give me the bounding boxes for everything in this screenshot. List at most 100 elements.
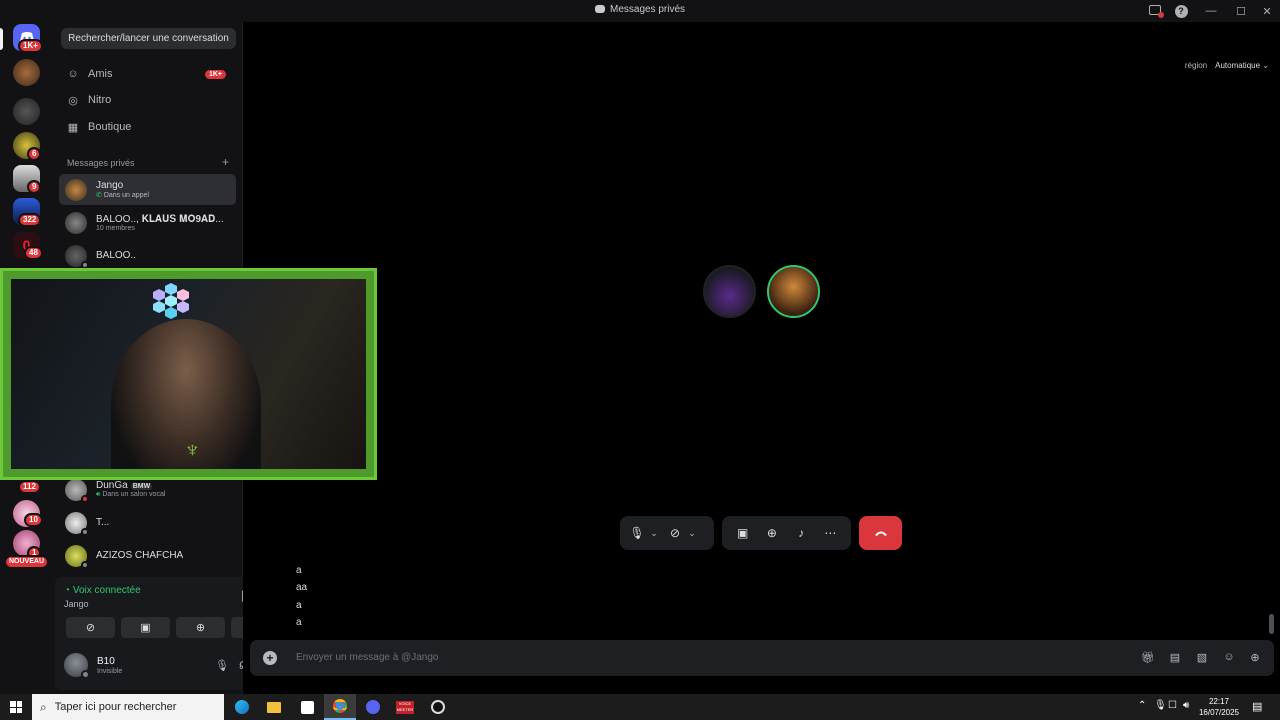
taskbar-search-input[interactable]: ⌕ Taper ici pour rechercher: [32, 694, 224, 720]
screen-share-button[interactable]: ▣: [121, 617, 170, 638]
nitro-icon: ◎: [68, 94, 78, 107]
windows-taskbar: ⌕ Taper ici pour rechercher VOICE MEETER …: [0, 694, 1280, 720]
call-action-controls: ▣ ⊕ ♪ ⋯: [722, 516, 851, 550]
dm-name: DunGa: [96, 480, 128, 491]
server-icon[interactable]: [13, 59, 40, 86]
network-icon[interactable]: ☐: [1168, 700, 1177, 711]
avatar: [65, 478, 89, 503]
folder-icon: [267, 701, 281, 713]
composer-placeholder: Envoyer un message à @Jango: [296, 652, 439, 663]
chevron-down-icon: ⌄: [1260, 61, 1269, 70]
dm-item-azizos[interactable]: AZIZOS CHAFCHA: [59, 540, 236, 571]
status-dot: [81, 560, 89, 569]
dm-item-baloo[interactable]: BALOO..: [59, 240, 236, 271]
discord-icon: [366, 700, 380, 714]
activity-button[interactable]: ⊕: [176, 617, 225, 638]
gift-icon[interactable]: 🎁︎: [1141, 651, 1155, 665]
tray-expand-icon[interactable]: ⌃: [1138, 700, 1146, 711]
chrome-app[interactable]: [324, 694, 356, 720]
new-badge: NOUVEAU: [4, 555, 50, 569]
message-composer[interactable]: + Envoyer un message à @Jango 🎁︎ ▤ ▧ ☺ ⊕: [250, 640, 1274, 676]
emoji-icon[interactable]: ☺: [1222, 651, 1236, 665]
user-name: B10: [97, 656, 115, 667]
screen-share-icon[interactable]: ▣: [732, 526, 754, 540]
taskbar-clock[interactable]: 22:17 16/07/2025: [1196, 696, 1242, 718]
nav-shop[interactable]: ▦ Boutique: [59, 114, 236, 140]
microphone-icon[interactable]: 🎙︎: [626, 526, 648, 540]
streamer-logo: ♆: [183, 439, 198, 461]
camera-off-icon[interactable]: ⊘: [664, 526, 686, 540]
call-participant-avatar-speaking[interactable]: [767, 265, 820, 318]
store-icon: [300, 700, 314, 714]
search-icon: ⌕: [40, 699, 47, 714]
chat-scrollbar[interactable]: [1269, 614, 1274, 634]
sticker-icon[interactable]: ▧: [1195, 651, 1209, 665]
nav-nitro[interactable]: ◎ Nitro: [59, 87, 236, 113]
edge-app[interactable]: [226, 694, 258, 720]
notification-center-icon[interactable]: ▤: [1252, 700, 1262, 713]
dm-item-group[interactable]: BALOO.., 𝐊𝐋𝐀𝐔𝐒 𝐌𝐎𝟗𝐀𝐃... 10 membres: [59, 207, 236, 238]
nav-friends[interactable]: ☺ Amis 1K+: [59, 61, 236, 87]
nav-friends-label: Amis: [88, 68, 113, 80]
server-badge: 10: [24, 513, 43, 527]
chat-message: a: [296, 600, 302, 611]
dm-item-jango[interactable]: Jango ✆ Dans un appel: [59, 174, 236, 205]
store-app[interactable]: [291, 694, 323, 720]
help-button[interactable]: ?: [1168, 4, 1194, 18]
microphone-icon[interactable]: 🎙︎: [215, 659, 229, 672]
dm-name: T...: [96, 517, 110, 528]
voicemeeter-app[interactable]: VOICE MEETER: [389, 694, 421, 720]
windows-start-icon[interactable]: [10, 701, 22, 713]
avatar: [65, 211, 87, 234]
server-icon[interactable]: [13, 98, 40, 125]
avatar: [65, 178, 87, 201]
chrome-icon: [333, 699, 347, 713]
signal-icon: ◔: [64, 585, 73, 596]
close-button[interactable]: ✕: [1254, 5, 1280, 18]
server-badge: 48: [24, 246, 43, 260]
edge-icon: [235, 700, 249, 714]
home-badge: 1K+: [18, 39, 43, 53]
tray-mic-icon[interactable]: 🎙︎: [1154, 700, 1167, 711]
chevron-down-icon[interactable]: ⌄: [686, 528, 698, 539]
user-avatar[interactable]: [64, 653, 90, 679]
voicemeeter-icon: VOICE MEETER: [396, 700, 414, 714]
shop-icon: ▦: [67, 121, 79, 134]
create-dm-button[interactable]: +: [222, 155, 229, 169]
more-options-icon[interactable]: ⋯: [819, 526, 841, 540]
dm-header-label: Messages privés: [67, 158, 135, 168]
window-title: Messages privés: [0, 4, 1280, 15]
add-attachment-icon[interactable]: +: [263, 651, 277, 665]
volume-icon[interactable]: 🔊︎: [1183, 700, 1189, 711]
obs-app[interactable]: [422, 694, 454, 720]
voice-channel-name[interactable]: Jango: [64, 599, 89, 609]
file-explorer-app[interactable]: [258, 694, 290, 720]
chevron-down-icon[interactable]: ⌄: [648, 528, 660, 539]
call-participant-avatar[interactable]: [703, 265, 756, 318]
screen-share-icon: ▣: [140, 622, 151, 634]
dm-status-text: Dans un salon vocal: [102, 491, 166, 498]
gamepad-icon[interactable]: ⊕: [761, 526, 783, 540]
dm-item-t[interactable]: T...: [59, 507, 236, 538]
hang-up-icon: [874, 531, 887, 536]
discord-app[interactable]: [357, 694, 389, 720]
nav-shop-label: Boutique: [88, 121, 132, 133]
search-conversation-button[interactable]: Rechercher/lancer une conversation: [61, 28, 236, 49]
inbox-icon: [1149, 4, 1164, 18]
hang-up-button[interactable]: [859, 516, 902, 550]
call-view: région Automatique ⌄ 🎙︎ ⌄ ⊘ ⌄ ▣ ⊕ ♪ ⋯ a a…: [243, 22, 1280, 694]
clock-time: 22:17: [1208, 697, 1230, 706]
soundboard-icon[interactable]: ♪: [790, 526, 812, 540]
inbox-button[interactable]: [1142, 4, 1168, 18]
minimize-button[interactable]: —: [1194, 5, 1228, 17]
gif-icon[interactable]: ▤: [1168, 651, 1182, 665]
camera-off-button[interactable]: ⊘: [66, 617, 115, 638]
status-dot: [81, 670, 90, 679]
obs-icon: [431, 700, 445, 714]
dm-name: BALOO.., 𝐊𝐋𝐀𝐔𝐒 𝐌𝐎𝟗𝐀𝐃...: [96, 213, 224, 225]
maximize-button[interactable]: ☐: [1228, 5, 1254, 18]
region-selector[interactable]: région Automatique ⌄: [1185, 61, 1269, 70]
user-status: Invisible: [97, 668, 123, 675]
status-dot: [81, 494, 89, 503]
gamepad-icon[interactable]: ⊕: [1248, 651, 1262, 665]
